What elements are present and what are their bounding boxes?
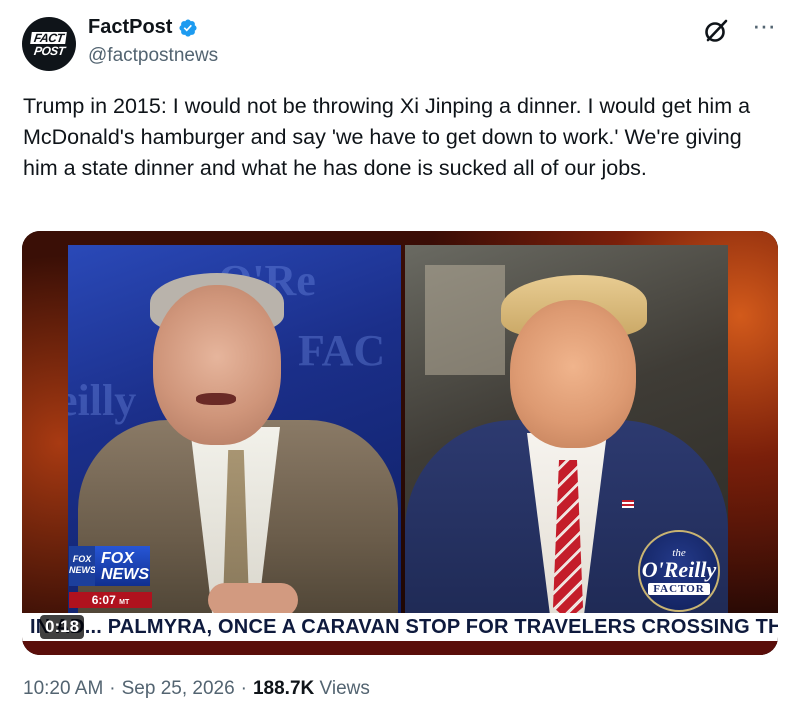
flag-pin — [622, 500, 634, 508]
views[interactable]: 188.7K Views — [253, 678, 370, 700]
avatar[interactable]: FACT POST — [22, 17, 76, 71]
tweet-meta: 10:20 AM · Sep 25, 2026 · 188.7K Views — [23, 678, 370, 700]
ticker-text: IN AD... PALMYRA, ONCE A CARAVAN STOP FO… — [30, 615, 778, 638]
fox-big-line2: NEWS — [101, 566, 149, 583]
fox-news-small-logo: FOX NEWS — [69, 546, 96, 586]
video-player[interactable]: O'Re FAC eilly FOX NEWS FOX NEWS — [22, 231, 778, 655]
tweet-text: Trump in 2015: I would not be throwing X… — [23, 94, 757, 180]
fox-news-big-logo: FOX NEWS — [95, 546, 150, 586]
studio-wall-decoration: FAC — [298, 326, 386, 375]
handle[interactable]: @factpostnews — [88, 45, 218, 67]
post-time[interactable]: 10:20 AM — [23, 678, 103, 700]
oreilly-logo-name: O'Reilly — [641, 556, 717, 582]
views-label: Views — [319, 678, 370, 699]
video-elapsed-time: 0:18 — [40, 615, 85, 639]
post-date[interactable]: Sep 25, 2026 — [122, 678, 235, 700]
host-mouth — [196, 393, 236, 405]
meta-separator: · — [109, 678, 116, 699]
avatar-text-top: FACT — [30, 31, 68, 45]
background-window — [425, 265, 505, 375]
verified-badge-icon[interactable] — [178, 18, 198, 38]
display-name[interactable]: FactPost — [88, 16, 172, 39]
studio-wall-decoration: eilly — [68, 376, 137, 425]
ticker-bottom-bar — [22, 641, 778, 655]
author-name-row: FactPost — [88, 16, 198, 39]
avatar-text-bottom: POST — [32, 43, 66, 58]
oreilly-factor-logo: the O'Reilly FACTOR — [638, 530, 720, 612]
views-count: 188.7K — [252, 678, 315, 699]
broadcast-clock: 6:07 MT — [69, 592, 152, 608]
grok-icon[interactable] — [703, 18, 729, 44]
oreilly-logo-factor: FACTOR — [648, 582, 710, 595]
broadcast-clock-time: 6:07 — [91, 593, 116, 607]
more-icon[interactable]: ··· — [752, 12, 776, 38]
host-hand — [208, 583, 298, 613]
news-ticker: IN AD... PALMYRA, ONCE A CARAVAN STOP FO… — [22, 613, 778, 641]
broadcast-clock-zone: MT — [119, 599, 130, 606]
meta-separator: · — [240, 678, 247, 699]
fox-news-logo: FOX NEWS FOX NEWS — [69, 546, 152, 592]
fox-big-line1: FOX — [101, 550, 134, 567]
host-head — [153, 285, 281, 445]
guest-head — [510, 300, 636, 448]
